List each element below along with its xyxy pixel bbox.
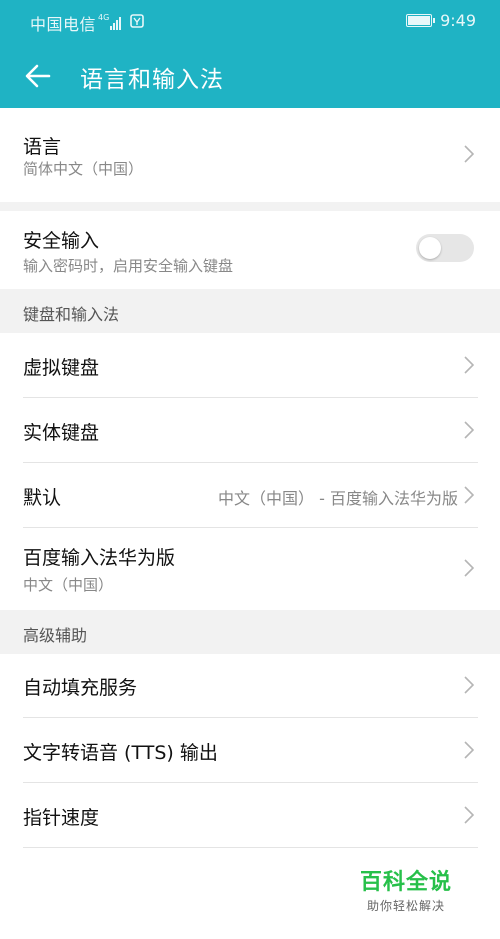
divider <box>23 847 478 848</box>
clock: 9:49 <box>440 11 476 30</box>
virtual-keyboard-row[interactable]: 虚拟键盘 <box>0 333 500 397</box>
chevron-right-icon <box>464 676 474 694</box>
toggle-knob <box>419 237 441 259</box>
chevron-right-icon <box>464 356 474 374</box>
secure-input-title: 安全输入 <box>23 230 100 252</box>
row-title: 自动填充服务 <box>23 677 138 699</box>
section-header-keyboard: 键盘和输入法 <box>0 289 500 333</box>
signal-icon <box>110 16 122 30</box>
arrow-left-icon <box>25 64 51 88</box>
chevron-right-icon <box>464 421 474 439</box>
tts-output-row[interactable]: 文字转语音 (TTS) 输出 <box>0 718 500 782</box>
chevron-right-icon <box>464 145 474 163</box>
row-title: 指针速度 <box>23 807 100 829</box>
baidu-ime-row[interactable]: 百度输入法华为版 中文（中国） <box>0 528 500 610</box>
watermark-sub: 助你轻松解决 <box>366 899 445 913</box>
section-title: 键盘和输入法 <box>23 305 120 324</box>
back-button[interactable] <box>16 54 60 98</box>
secure-input-subtitle: 输入密码时，启用安全输入键盘 <box>23 257 234 275</box>
section-header-advanced: 高级辅助 <box>0 610 500 654</box>
battery-fill <box>408 16 431 25</box>
autofill-service-row[interactable]: 自动填充服务 <box>0 654 500 717</box>
status-right: 9:49 <box>406 11 476 30</box>
row-value: 中文（中国） - 百度输入法华为版 <box>218 489 458 508</box>
battery-icon <box>406 14 436 27</box>
chevron-right-icon <box>464 741 474 759</box>
row-title: 虚拟键盘 <box>23 357 100 379</box>
notification-icon <box>130 14 145 32</box>
app-bar: 语言和输入法 <box>0 42 500 108</box>
chevron-right-icon <box>464 486 474 504</box>
group-spacer <box>0 202 500 211</box>
row-title: 实体键盘 <box>23 422 100 444</box>
network-type: 4G <box>98 12 110 22</box>
row-title: 百度输入法华为版 <box>23 547 176 569</box>
settings-screen: 中国电信 4G 9:49 语言和输入法 语言 简体中文（中国） 安全输入 输入密… <box>0 0 500 939</box>
chevron-right-icon <box>464 806 474 824</box>
carrier-info: 中国电信 4G <box>30 11 145 35</box>
chevron-right-icon <box>464 559 474 577</box>
watermark-main: 百科全说 <box>359 870 452 895</box>
default-keyboard-row[interactable]: 默认 中文（中国） - 百度输入法华为版 <box>0 463 500 527</box>
physical-keyboard-row[interactable]: 实体键盘 <box>0 398 500 462</box>
row-title: 文字转语音 (TTS) 输出 <box>23 742 218 764</box>
language-title: 语言 <box>23 136 62 158</box>
status-bar: 中国电信 4G 9:49 <box>0 0 500 42</box>
section-title: 高级辅助 <box>23 626 88 645</box>
secure-input-row: 安全输入 输入密码时，启用安全输入键盘 <box>0 211 500 289</box>
language-value: 简体中文（中国） <box>23 160 144 178</box>
carrier-name: 中国电信 <box>30 15 97 34</box>
row-title: 默认 <box>23 487 62 509</box>
watermark-logo: 百科全说 助你轻松解决 <box>346 858 466 916</box>
language-row[interactable]: 语言 简体中文（中国） <box>0 108 500 202</box>
page-title: 语言和输入法 <box>80 67 224 93</box>
row-subtitle: 中文（中国） <box>23 576 114 594</box>
secure-input-toggle[interactable] <box>416 234 474 262</box>
pointer-speed-row[interactable]: 指针速度 <box>0 783 500 847</box>
